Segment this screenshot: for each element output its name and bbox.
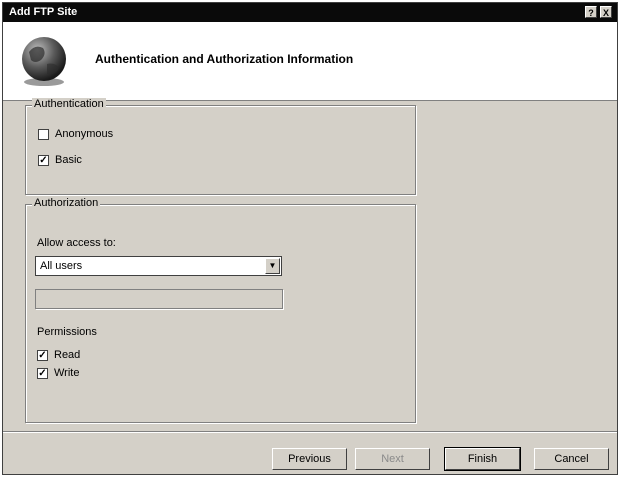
footer-divider — [3, 431, 617, 433]
add-ftp-site-dialog: Add FTP Site ? X Authentication and Auth… — [2, 2, 618, 475]
finish-button[interactable]: Finish — [444, 447, 521, 471]
anonymous-checkbox[interactable] — [38, 128, 49, 140]
allow-access-label: Allow access to: — [37, 237, 116, 249]
anonymous-option[interactable]: Anonymous — [38, 128, 113, 140]
authentication-group: Authentication Anonymous ✓ Basic — [25, 98, 416, 195]
window-title: Add FTP Site — [9, 6, 78, 18]
close-button[interactable]: X — [600, 6, 612, 18]
help-button[interactable]: ? — [585, 6, 597, 18]
allow-access-value: All users — [40, 260, 83, 272]
authentication-legend: Authentication — [32, 98, 106, 110]
authorization-legend: Authorization — [32, 197, 101, 209]
write-checkbox[interactable]: ✓ — [37, 367, 48, 379]
read-label: Read — [54, 349, 81, 361]
write-label: Write — [54, 367, 80, 379]
basic-checkbox[interactable]: ✓ — [38, 154, 49, 166]
chevron-down-icon[interactable]: ▼ — [265, 258, 280, 274]
basic-label: Basic — [55, 154, 82, 166]
basic-option[interactable]: ✓ Basic — [38, 154, 82, 166]
allow-access-select[interactable]: All users ▼ — [35, 256, 282, 276]
globe-icon — [22, 37, 66, 86]
wizard-header: Authentication and Authorization Informa… — [3, 22, 617, 101]
next-button[interactable]: Next — [355, 448, 430, 470]
read-option[interactable]: ✓ Read — [37, 349, 80, 361]
page-title: Authentication and Authorization Informa… — [95, 52, 354, 66]
anonymous-label: Anonymous — [55, 128, 114, 140]
read-checkbox[interactable]: ✓ — [37, 349, 48, 361]
users-roles-input — [35, 289, 283, 309]
cancel-button[interactable]: Cancel — [534, 448, 609, 470]
permissions-label: Permissions — [37, 326, 97, 338]
write-option[interactable]: ✓ Write — [37, 367, 79, 379]
previous-button[interactable]: Previous — [272, 448, 347, 470]
title-bar[interactable]: Add FTP Site ? X — [3, 3, 617, 22]
